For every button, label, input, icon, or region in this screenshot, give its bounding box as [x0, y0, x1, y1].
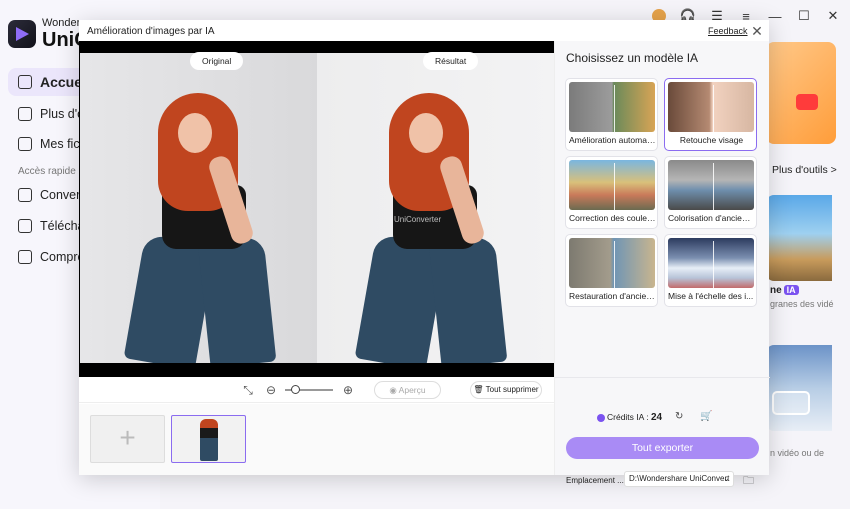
panel-title: Choisissez un modèle IA: [566, 51, 699, 65]
feature-card-image-2[interactable]: [766, 345, 832, 431]
convert-icon: [18, 188, 32, 202]
more-tools-link[interactable]: Plus d'outils >: [772, 164, 837, 176]
close-icon[interactable]: ✕: [821, 7, 845, 25]
download-icon: [18, 219, 32, 233]
feature-card-subtitle-2: n vidéo ou de: [770, 448, 825, 458]
panel-divider: [555, 377, 770, 378]
feedback-link[interactable]: Feedback: [708, 26, 748, 36]
model-preview-image: [668, 82, 754, 135]
model-color-correction[interactable]: Correction des couleurs: [565, 156, 658, 229]
model-preview-image: [569, 238, 655, 291]
preview-area: Original Résultat UniConverter: [79, 41, 554, 377]
model-auto-enhance[interactable]: Amélioration automat...: [565, 78, 658, 151]
play-icon: [796, 94, 818, 110]
ai-badge: IA: [783, 285, 799, 295]
clear-all-button[interactable]: 🗑 Tout supprimer: [470, 381, 542, 399]
model-label: Retouche visage: [679, 135, 744, 145]
close-icon[interactable]: ✕: [749, 23, 765, 39]
model-upscale[interactable]: Mise à l'échelle des i...: [664, 234, 757, 307]
logo-icon: [8, 20, 36, 48]
location-select[interactable]: D:\Wondershare UniConvert ⌄: [624, 471, 734, 487]
feature-card-image[interactable]: [766, 195, 832, 281]
model-colorize-old-photo[interactable]: Colorisation d'ancienn...: [664, 156, 757, 229]
model-label: Mise à l'échelle des i...: [668, 291, 754, 301]
zoom-out-icon[interactable]: ⊖: [263, 382, 279, 398]
chevron-down-icon: ⌄: [723, 474, 730, 483]
model-label: Correction des couleurs: [569, 213, 656, 223]
model-face-retouch[interactable]: Retouche visage: [664, 78, 757, 151]
dialog-title: Amélioration d'images par IA: [87, 26, 215, 37]
original-label: Original: [190, 52, 244, 70]
fit-screen-icon[interactable]: ⤡: [240, 382, 256, 398]
files-icon: [18, 137, 32, 151]
feature-card-title-text: ne: [770, 285, 782, 296]
preview-button[interactable]: ◉ Aperçu: [374, 381, 441, 399]
model-label: Restauration d'ancien...: [569, 291, 656, 301]
model-restore-old-photo[interactable]: Restauration d'ancien...: [565, 234, 658, 307]
zoom-in-icon[interactable]: ⊕: [340, 382, 356, 398]
ai-credits: Crédits IA : 24: [607, 412, 662, 423]
model-preview-image: [569, 160, 655, 213]
model-panel: Choisissez un modèle IA Amélioration aut…: [554, 41, 770, 487]
model-label: Amélioration automat...: [569, 135, 656, 145]
portrait-figure-enhanced: [351, 93, 521, 363]
thumbnail-figure: [200, 419, 218, 461]
refresh-icon[interactable]: ↻: [675, 411, 683, 422]
ai-image-enhancer-dialog: Amélioration d'images par IA Feedback ✕ …: [79, 20, 770, 487]
folder-icon[interactable]: 🗀: [743, 472, 754, 491]
maximize-icon[interactable]: ☐: [792, 7, 816, 25]
export-all-button[interactable]: Tout exporter: [566, 437, 759, 459]
result-image: [317, 53, 554, 363]
model-preview-image: [668, 238, 754, 291]
quick-access-heading: Accès rapide: [18, 166, 76, 177]
feature-card-title: ne IA: [770, 285, 799, 296]
preview-toolbar: ⤡ ⊖ ⊕ ◉ Aperçu 🗑 Tout supprimer: [79, 377, 554, 403]
credits-label: Crédits IA :: [607, 412, 651, 422]
original-image: [80, 53, 317, 363]
promo-card[interactable]: [766, 42, 836, 144]
compress-icon: [18, 250, 32, 264]
portrait-figure: [120, 93, 290, 363]
model-label: Colorisation d'ancienn...: [668, 213, 755, 223]
location-label: Emplacement ...: [566, 476, 624, 485]
result-label: Résultat: [423, 52, 479, 70]
zoom-slider-handle[interactable]: [290, 385, 300, 394]
toolbox-icon: [18, 107, 32, 121]
watermark: UniConverter: [394, 215, 442, 224]
add-image-button[interactable]: +: [90, 415, 165, 463]
home-icon: [18, 75, 32, 89]
cart-icon[interactable]: 🛒: [700, 411, 712, 422]
ui-preview-shape: [772, 391, 810, 415]
image-thumbnail[interactable]: [171, 415, 246, 463]
model-preview-image: [569, 82, 655, 135]
credits-value: 24: [650, 412, 663, 423]
model-preview-image: [668, 160, 754, 213]
credits-coin-icon: [597, 414, 605, 422]
location-value: D:\Wondershare UniConvert: [629, 474, 730, 483]
thumbnail-strip: +: [79, 404, 554, 475]
feature-card-subtitle: granes des vidé: [770, 299, 834, 309]
